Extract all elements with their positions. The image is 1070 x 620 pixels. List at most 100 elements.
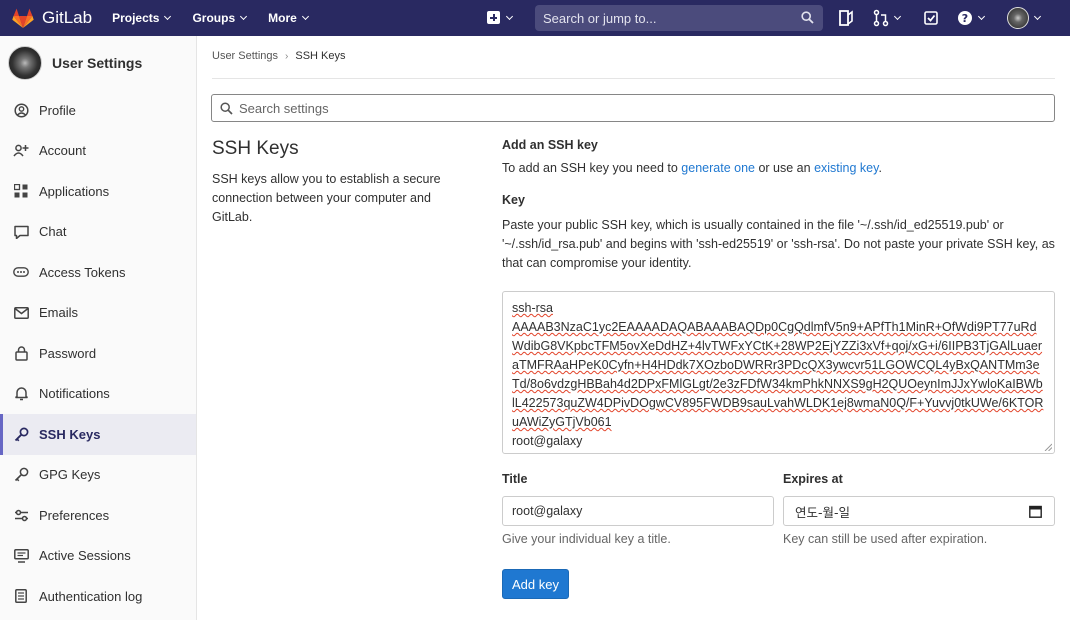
section-description: SSH keys allow you to establish a secure… [212,172,441,224]
sidebar-item-authentication-log[interactable]: Authentication log [0,576,196,617]
key-body-text: AAAAB3NzaC1yc2EAAAADAQABAAABAQDp0CgQdlmf… [512,320,1044,429]
help-icon[interactable]: ? [957,9,973,27]
add-ssh-key-form: Add an SSH key To add an SSH key you nee… [502,138,1055,599]
nav-more-dropdown[interactable]: More [268,11,309,25]
resize-handle-icon[interactable] [1044,443,1052,451]
divider [212,78,1055,79]
title-input[interactable]: root@galaxy [502,496,774,526]
sidebar-item-emails[interactable]: Emails [0,293,196,334]
sidebar-item-active-sessions[interactable]: Active Sessions [0,536,196,577]
section-title: SSH Keys [212,138,299,159]
sidebar-item-label: Active Sessions [39,548,131,564]
sidebar-item-applications[interactable]: Applications [0,171,196,212]
intro-text: . [878,161,882,175]
title-label: Title [502,472,528,486]
todo-checkbox-icon[interactable] [923,9,939,27]
nav-projects-dropdown[interactable]: Projects [112,11,172,25]
key-icon [13,467,29,483]
sidebar-item-label: GPG Keys [39,467,101,483]
account-icon [13,143,29,159]
sidebar-item-label: Chat [39,224,67,240]
sidebar-item-label: Preferences [39,507,110,523]
chevron-down-icon [893,12,902,21]
sidebar-item-label: Access Tokens [39,264,126,280]
settings-sidebar: User Settings Profile Account Applicatio… [0,36,197,620]
expires-date-value: 연도-월-일 [795,504,851,520]
sidebar-item-ssh-keys[interactable]: SSH Keys [0,414,196,455]
sidebar-item-label: Emails [39,305,79,321]
breadcrumb: User Settings › SSH Keys [212,50,346,62]
monitor-icon [13,548,29,564]
chevron-down-icon [164,12,172,21]
merge-request-icon[interactable] [873,9,889,27]
settings-search-input[interactable] [239,100,1019,116]
key-icon [13,426,29,442]
brand-name: GitLab [42,8,93,27]
sidebar-context-header[interactable]: User Settings [0,36,196,90]
mail-icon [13,305,29,321]
sidebar-item-profile[interactable]: Profile [0,90,196,131]
sidebar-item-account[interactable]: Account [0,131,196,172]
gitlab-logo-link[interactable]: GitLab [12,0,92,36]
sidebar-item-preferences[interactable]: Preferences [0,495,196,536]
title-help-text: Give your individual key a title. [502,532,671,546]
add-key-button[interactable]: Add key [502,569,569,599]
applications-icon [13,183,29,199]
key-type-text: ssh-rsa [512,299,1045,318]
avatar [8,46,42,80]
breadcrumb-parent-link[interactable]: User Settings [212,50,278,62]
sidebar-item-label: SSH Keys [39,426,101,442]
token-icon [13,264,29,280]
intro-text: To add an SSH key you need to [502,161,682,175]
nav-groups-label: Groups [192,11,236,25]
new-item-plus-icon[interactable] [487,11,500,24]
global-search-placeholder: Search or jump to... [543,10,657,26]
breadcrumb-current[interactable]: SSH Keys [295,50,345,62]
generate-one-link[interactable]: generate one [681,161,755,175]
sidebar-item-label: Applications [39,183,110,199]
key-type: ssh-rsa [512,301,553,315]
existing-key-link[interactable]: existing key [814,161,878,175]
sidebar-item-password[interactable]: Password [0,333,196,374]
key-textarea[interactable]: ssh-rsa AAAAB3NzaC1yc2EAAAADAQABAAABAQDp… [502,291,1055,454]
settings-search-box [211,94,1055,122]
section-intro: SSH Keys SSH keys allow you to establish… [212,138,452,227]
calendar-icon[interactable] [1029,505,1042,518]
issues-doc-icon[interactable] [838,9,854,27]
sidebar-item-label: Account [39,143,86,159]
sidebar-item-label: Authentication log [39,588,143,604]
user-avatar-menu[interactable] [1007,7,1029,29]
intro-text: or use an [754,161,815,175]
nav-projects-label: Projects [112,11,160,25]
search-icon [801,11,814,24]
expires-label: Expires at [783,472,843,486]
sidebar-item-gpg-keys[interactable]: GPG Keys [0,455,196,496]
sidebar-item-notifications[interactable]: Notifications [0,374,196,415]
key-help-text: Paste your public SSH key, which is usua… [502,218,1055,270]
sidebar-nav: Profile Account Applications Chat Access… [0,90,196,617]
expires-help-text: Key can still be used after expiration. [783,532,988,546]
global-search-box[interactable]: Search or jump to... [535,5,823,31]
form-heading: Add an SSH key [502,138,598,152]
sidebar-item-label: Notifications [39,386,110,402]
nav-groups-dropdown[interactable]: Groups [192,11,248,25]
expires-date-input[interactable]: 연도-월-일 [783,496,1055,526]
chevron-right-icon: › [285,50,289,62]
nav-menu: Projects Groups More [112,11,330,25]
chevron-down-icon [505,12,514,21]
chevron-down-icon [977,12,986,21]
key-label: Key [502,193,525,207]
sidebar-item-access-tokens[interactable]: Access Tokens [0,252,196,293]
chevron-down-icon [301,12,309,21]
sidebar-item-chat[interactable]: Chat [0,212,196,253]
form-intro: To add an SSH key you need to generate o… [502,161,1055,175]
sidebar-item-label: Password [39,345,97,361]
chevron-down-icon [240,12,248,21]
chevron-down-icon [1033,12,1042,21]
bell-icon [13,386,29,402]
log-icon [13,588,29,604]
gitlab-logo-icon [12,8,34,28]
sidebar-item-label: Profile [39,102,76,118]
key-comment-text: root@galaxy [512,434,583,448]
chat-icon [13,224,29,240]
